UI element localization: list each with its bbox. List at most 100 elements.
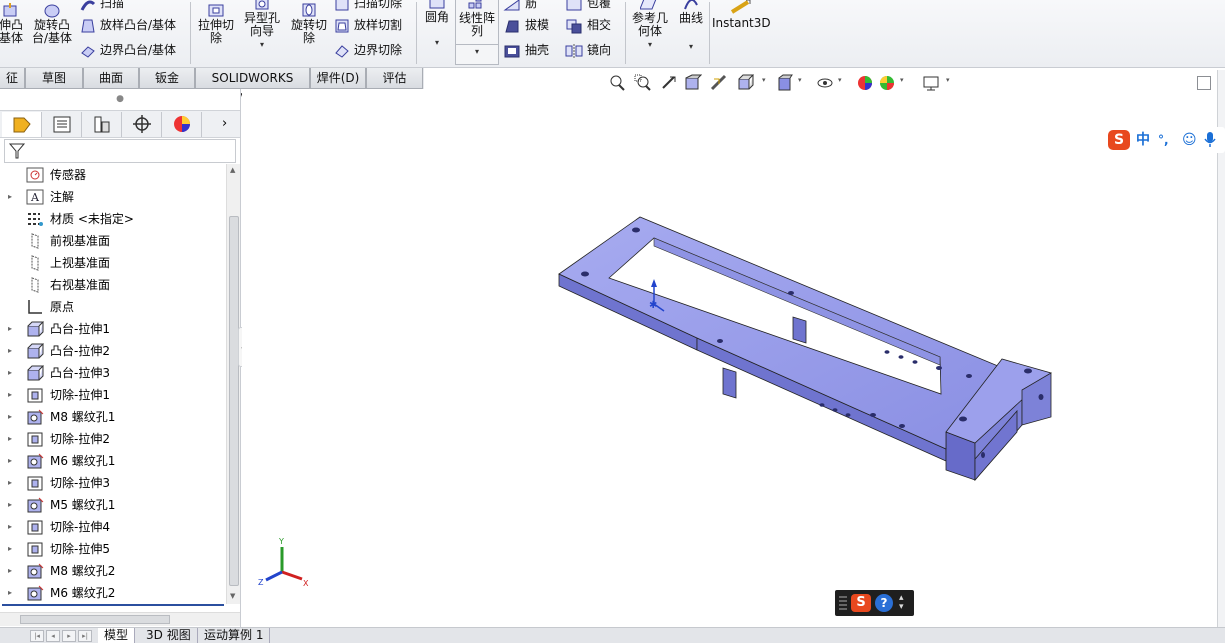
tree-node[interactable]: 上视基准面 [0,252,226,274]
tree-node[interactable]: ▸ M6 螺纹孔1 [0,450,226,472]
tree-node[interactable]: 材质 <未指定> [0,208,226,230]
nav-first-button[interactable]: |◂ [30,630,44,642]
tree-node[interactable]: ▸ 切除-拉伸2 [0,428,226,450]
tab-sheet-metal[interactable]: 钣金 [139,68,195,89]
instant3d-button[interactable]: Instant3D [712,0,771,30]
tab-evaluate[interactable]: 评估 [366,68,423,89]
tab-configuration-manager[interactable] [82,112,122,137]
tab-dimxpert-manager[interactable] [122,112,162,137]
hole-wizard-button[interactable]: 异型孔 向导 ▾ [240,0,284,51]
extruded-cut-button[interactable]: 拉伸切 除 [194,2,238,45]
tab-surfaces[interactable]: 曲面 [83,68,139,89]
expand-arrow-icon[interactable]: ▸ [8,318,16,340]
tree-node[interactable]: ▸ 切除-拉伸1 [0,384,226,406]
graphics-area[interactable]: ✱ Y X Z [242,89,1225,627]
tree-node[interactable]: 传感器 [0,164,226,186]
input-method-toolbar[interactable]: S 中 °, ☺ [1104,127,1225,153]
horizontal-scroll-thumb[interactable] [20,615,170,624]
tab-model[interactable]: 模型 [98,628,136,643]
tree-filter-field[interactable] [4,139,236,163]
wrap-button[interactable]: 包覆 [565,0,611,12]
tree-node[interactable]: ▸ M5 螺纹孔1 [0,494,226,516]
display-style-icon[interactable] [776,74,794,92]
ime-status-bar[interactable]: S ? ▴ ▾ [835,590,914,616]
curves-button[interactable]: 曲线 ▾ [674,0,708,53]
frame-part[interactable] [558,216,1052,482]
tab-solidworks-mbd[interactable]: SOLIDWORKS MBD [195,68,310,105]
help-icon[interactable]: ? [875,594,893,612]
display-style-dropdown[interactable]: ▾ [798,76,802,84]
apply-scene-icon[interactable] [878,74,896,92]
scroll-up-arrow[interactable]: ▲ [230,166,235,174]
view-orientation-icon[interactable] [736,74,754,92]
revolved-boss-button[interactable]: 旋转凸 台/基体 [30,2,74,45]
tab-feature-manager[interactable] [2,112,42,137]
linear-pattern-button[interactable]: 线性阵 列 ▾ [455,0,499,65]
tab-features[interactable]: 征 [0,68,25,89]
panel-grip-handle[interactable]: ● [0,89,240,109]
tab-sketch[interactable]: 草图 [25,68,83,89]
mirror-button[interactable]: 镜向 [565,41,611,59]
tree-node[interactable]: ▸ 切除-拉伸4 [0,516,226,538]
expand-arrow-icon[interactable]: ▸ [8,494,16,516]
tree-node[interactable]: ▸ 切除-拉伸3 [0,472,226,494]
tree-node[interactable]: ▸ M6 螺纹孔2 [0,582,226,604]
expand-arrow-icon[interactable]: ▸ [8,472,16,494]
view-orientation-dropdown[interactable]: ▾ [762,76,766,84]
curves-dropdown[interactable]: ▾ [674,40,708,53]
fillet-dropdown[interactable]: ▾ [421,36,453,49]
ime-punctuation[interactable]: °, [1158,130,1169,150]
tree-node[interactable]: 右视基准面 [0,274,226,296]
hide-show-dropdown[interactable]: ▾ [838,76,842,84]
swept-cut-button[interactable]: 扫描切除 [334,0,402,12]
view-settings-dropdown[interactable]: ▾ [946,76,950,84]
extruded-boss-button[interactable]: 伸凸 基体 [0,2,26,45]
tab-motion-study[interactable]: 运动算例 1 [198,628,271,643]
boundary-cut-button[interactable]: 边界切除 [334,41,402,59]
expand-arrow-icon[interactable]: ▸ [8,538,16,560]
ime-emoji[interactable]: ☺ [1182,130,1197,150]
intersect-button[interactable]: 相交 [565,16,611,34]
tree-node[interactable]: ▸ 切除-拉伸5 [0,538,226,560]
expand-arrow-icon[interactable]: ▸ [8,516,16,538]
tab-property-manager[interactable] [42,112,82,137]
expand-arrow-icon[interactable]: ▸ [8,362,16,384]
tree-node[interactable]: ▸ 凸台-拉伸1 [0,318,226,340]
scroll-down-arrow[interactable]: ▼ [230,592,235,600]
view-settings-icon[interactable] [922,74,940,92]
chevron-right-icon[interactable]: › [222,116,227,131]
lofted-boss-button[interactable]: 放样凸台/基体 [80,16,176,34]
tree-node[interactable]: 原点 [0,296,226,318]
task-pane-toggle[interactable] [1197,76,1211,90]
tree-horizontal-scrollbar[interactable] [0,612,240,626]
drag-handle[interactable] [839,596,847,610]
expand-arrow-icon[interactable]: ▸ [8,582,16,604]
nav-prev-button[interactable]: ◂ [46,630,60,642]
scrollbar-thumb[interactable] [229,216,239,586]
fillet-button[interactable]: 圆角 ▾ [421,0,453,49]
zoom-to-area-icon[interactable] [634,74,652,92]
dynamic-annotation-icon[interactable] [710,74,728,92]
hole-wizard-dropdown[interactable]: ▾ [240,38,284,51]
expand-arrow-icon[interactable]: ▸ [8,428,16,450]
ime-voice-icon[interactable] [1204,130,1216,154]
tab-display-manager[interactable] [162,112,202,137]
tree-node[interactable]: ▸ A 注解 [0,186,226,208]
revolved-cut-button[interactable]: 旋转切 除 [287,2,331,45]
tree-vertical-scrollbar[interactable]: ▲ ▼ [226,164,240,604]
expand-arrow-icon[interactable]: ▸ [8,384,16,406]
reference-geometry-button[interactable]: 参考几 何体 ▾ [628,0,672,51]
ime-chinese-mode[interactable]: 中 [1136,130,1150,150]
rib-button[interactable]: 筋 [503,0,537,12]
tree-node[interactable]: ▸ 凸台-拉伸3 [0,362,226,384]
hide-show-items-icon[interactable] [816,74,834,92]
more-options-icon[interactable]: ▴ ▾ [899,594,904,612]
tree-node[interactable]: 前视基准面 [0,230,226,252]
expand-arrow-icon[interactable]: ▸ [8,406,16,428]
nav-last-button[interactable]: ▸| [78,630,92,642]
reference-geometry-dropdown[interactable]: ▾ [628,38,672,51]
edit-appearance-icon[interactable] [856,74,874,92]
expand-arrow-icon[interactable]: ▸ [8,560,16,582]
tab-3d-view[interactable]: 3D 视图 [140,628,198,643]
tab-weldments[interactable]: 焊件(D) [310,68,366,89]
